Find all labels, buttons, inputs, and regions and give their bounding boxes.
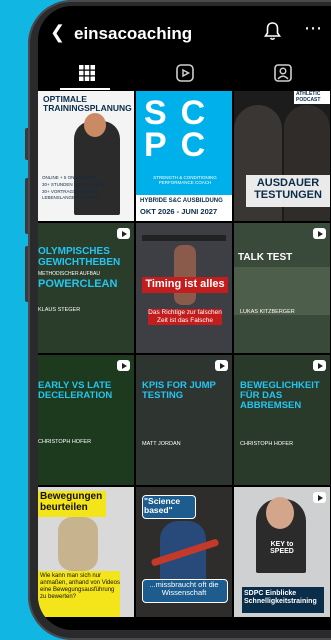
post-credit: LUKAS KITZBERGER	[240, 309, 295, 315]
post-tile[interactable]: ATHLETIC PODCAST AUSDAUER TESTUNGEN	[234, 91, 330, 221]
tab-grid[interactable]	[38, 56, 135, 90]
post-tile[interactable]: BEWEGLICHKEIT FÜR DAS ABBREMSEN CHRISTOP…	[234, 355, 330, 485]
post-credit: CHRISTOPH HOFER	[38, 439, 92, 445]
post-title: AUSDAUER TESTUNGEN	[254, 177, 322, 201]
post-title: Bewegungen beurteilen	[40, 491, 103, 513]
coach-face	[84, 113, 106, 137]
body-photo	[58, 517, 98, 571]
reel-icon	[117, 360, 130, 371]
post-dates: OKT 2026 - JUNI 2027	[140, 207, 218, 216]
post-bullets: ONLINE + 5 ON DEMAND 30+ STUNDEN MATERIA…	[42, 175, 104, 202]
post-credit: CHRISTOPH HOFER	[240, 441, 294, 447]
profile-username: einsacoaching	[74, 24, 193, 43]
post-title: EARLY VS LATE DECELERATION	[38, 380, 113, 401]
phone-screen: ❮ einsacoaching ⋯ OPTIMALE TRAININGSPLAN…	[38, 6, 331, 630]
more-options-icon[interactable]: ⋯	[304, 18, 323, 39]
tab-tagged[interactable]	[234, 56, 331, 90]
barbell-graphic	[142, 235, 226, 241]
post-subtitle: STRENGTH & CONDITIONING PERFORMANCE COAC…	[153, 175, 217, 185]
presenter-face	[266, 497, 294, 529]
post-title: SC PC	[144, 94, 220, 165]
post-tile[interactable]: EARLY VS LATE DECELERATION CHRISTOPH HOF…	[38, 355, 134, 485]
post-tile[interactable]: KPIS FOR JUMP TESTING MATT JORDAN	[136, 355, 232, 485]
tab-reels[interactable]	[136, 56, 233, 90]
post-title: Timing ist alles	[145, 278, 225, 290]
reel-icon	[117, 228, 130, 239]
bullet-text: LEBENSLANGER ZUGRIFF	[42, 195, 100, 201]
post-credit: MATT JORDAN	[142, 441, 181, 447]
post-tile[interactable]: OLYMPISCHES GEWICHTHEBEN METHODISCHER AU…	[38, 223, 134, 353]
reel-icon	[313, 492, 326, 503]
tagged-person-icon	[273, 64, 292, 82]
active-tab-indicator	[60, 88, 110, 90]
reel-icon	[313, 228, 326, 239]
profile-header: ❮ einsacoaching ⋯	[38, 18, 331, 48]
post-tile[interactable]: KEY to SPEED SDPC Einblicke Schnelligkei…	[234, 487, 330, 617]
bullet-text: 30+ STUNDEN MATERIALIEN	[42, 181, 104, 187]
post-tile[interactable]: SC PC STRENGTH & CONDITIONING PERFORMANC…	[136, 91, 232, 221]
post-title-secondary: POWERCLEAN	[38, 278, 118, 290]
post-credit: KLAUS STEGER	[38, 307, 81, 313]
bullet-text: 30+ VORTRAGSBEREICHE	[42, 188, 100, 194]
reel-icon	[215, 360, 228, 371]
reels-icon	[175, 64, 194, 82]
post-caption: SDPC Einblicke Schnelligkeitstraining	[244, 590, 317, 606]
post-tile[interactable]: Timing ist alles Das Richtige zur falsch…	[136, 223, 232, 353]
post-tile[interactable]: OPTIMALE TRAININGSPLANUNG ONLINE + 5 ON …	[38, 91, 134, 221]
post-title: KPIS FOR JUMP TESTING	[142, 380, 216, 401]
bullet-text: ONLINE + 5 ON DEMAND	[42, 175, 96, 180]
post-tile[interactable]: "Science based" ...missbraucht oft die W…	[136, 487, 232, 617]
grid-icon	[78, 65, 95, 81]
back-chevron-icon[interactable]: ❮	[50, 22, 65, 43]
post-title: OLYMPISCHES GEWICHTHEBEN	[38, 246, 121, 268]
post-caption: ...missbraucht oft die Wissenschaft	[149, 580, 219, 598]
post-title: BEWEGLICHKEIT FÜR DAS ABBREMSEN	[240, 380, 320, 411]
post-caption: Das Richtige zur falschen Zeit ist das F…	[148, 309, 222, 325]
post-title: "Science based"	[144, 496, 181, 515]
post-tile[interactable]: TALK TEST LUKAS KITZBERGER	[234, 223, 330, 353]
training-photo	[234, 267, 330, 315]
post-caption: Wie kann man sich nur anmaßen, anhand vo…	[40, 573, 120, 600]
shirt-logo: KEY to SPEED	[270, 541, 294, 556]
podcast-badge-text: ATHLETIC PODCAST	[296, 91, 321, 103]
athlete-photo	[174, 245, 196, 305]
post-subtitle: METHODISCHER AUFBAU	[38, 271, 100, 277]
bell-icon[interactable]	[264, 21, 281, 41]
post-title: OPTIMALE TRAININGSPLANUNG	[43, 94, 132, 113]
reel-icon	[313, 360, 326, 371]
post-title: TALK TEST	[238, 252, 293, 263]
profile-tabs	[38, 56, 331, 90]
post-footer: HYBRIDE S&C AUSBILDUNG	[140, 198, 223, 204]
post-tile[interactable]: Bewegungen beurteilen Wie kann man sich …	[38, 487, 134, 617]
